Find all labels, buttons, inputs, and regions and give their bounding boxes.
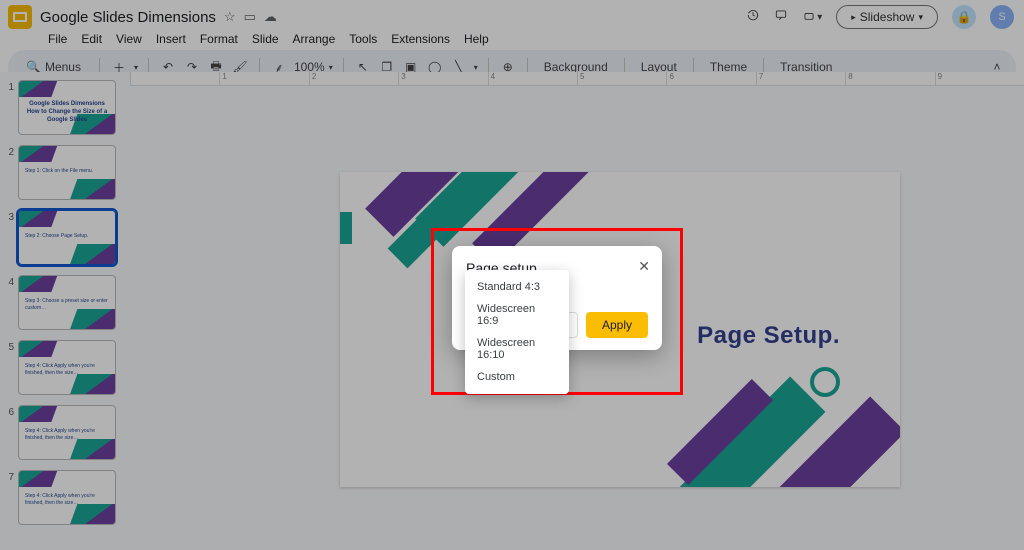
thumbnail-5[interactable]: Step 4: Click Apply when you're finished… xyxy=(18,340,116,395)
slides-logo[interactable] xyxy=(8,5,32,29)
option-custom[interactable]: Custom xyxy=(465,366,569,388)
new-slide-dropdown[interactable]: ▾ xyxy=(134,63,138,72)
option-widescreen-169[interactable]: Widescreen 16:9 xyxy=(465,298,569,332)
history-icon[interactable] xyxy=(746,8,760,27)
thumbnail-7[interactable]: Step 4: Click Apply when you're finished… xyxy=(18,470,116,525)
aspect-ratio-dropdown: Standard 4:3 Widescreen 16:9 Widescreen … xyxy=(465,270,569,394)
thumbnail-3[interactable]: Step 2: Choose Page Setup. xyxy=(18,210,116,265)
menu-view[interactable]: View xyxy=(116,32,142,46)
slideshow-button[interactable]: ▸ Slideshow ▾ xyxy=(836,5,938,29)
menu-arrange[interactable]: Arrange xyxy=(293,32,336,46)
thumbnail-6[interactable]: Step 4: Click Apply when you're finished… xyxy=(18,405,116,460)
star-icon[interactable]: ☆ xyxy=(224,9,236,25)
menu-help[interactable]: Help xyxy=(464,32,489,46)
option-standard-43[interactable]: Standard 4:3 xyxy=(465,276,569,298)
apply-button[interactable]: Apply xyxy=(586,312,648,338)
close-icon[interactable]: ✕ xyxy=(638,258,650,275)
menu-extensions[interactable]: Extensions xyxy=(391,32,450,46)
slide-title-text: Page Setup. xyxy=(697,322,840,350)
menu-file[interactable]: File xyxy=(48,32,67,46)
line-dropdown[interactable]: ▾ xyxy=(474,63,478,72)
account-avatar[interactable]: S xyxy=(990,5,1014,29)
thumbnail-2[interactable]: Step 1: Click on the File menu. xyxy=(18,145,116,200)
move-icon[interactable]: ▭ xyxy=(244,9,256,25)
slideshow-label: Slideshow xyxy=(860,10,915,24)
comments-icon[interactable] xyxy=(774,8,788,27)
menu-bar: File Edit View Insert Format Slide Arran… xyxy=(0,30,1024,50)
option-widescreen-1610[interactable]: Widescreen 16:10 xyxy=(465,332,569,366)
menu-format[interactable]: Format xyxy=(200,32,238,46)
thumbnail-4[interactable]: Step 3: Choose a preset size or enter cu… xyxy=(18,275,116,330)
present-icon-group[interactable]: ▾ xyxy=(802,10,822,24)
doc-title[interactable]: Google Slides Dimensions xyxy=(40,9,216,26)
filmstrip[interactable]: 1 Google Slides Dimensions How to Change… xyxy=(0,72,130,550)
menu-insert[interactable]: Insert xyxy=(156,32,186,46)
menu-slide[interactable]: Slide xyxy=(252,32,279,46)
share-button[interactable]: 🔒 xyxy=(952,5,976,29)
thumbnail-1[interactable]: Google Slides Dimensions How to Change t… xyxy=(18,80,116,135)
ruler-horizontal: 1 23 45 67 89 xyxy=(130,72,1024,86)
title-bar: Google Slides Dimensions ☆ ▭ ☁ ▾ ▸ Slide… xyxy=(0,0,1024,30)
menu-tools[interactable]: Tools xyxy=(349,32,377,46)
menu-edit[interactable]: Edit xyxy=(81,32,102,46)
cloud-status-icon[interactable]: ☁ xyxy=(264,9,277,25)
